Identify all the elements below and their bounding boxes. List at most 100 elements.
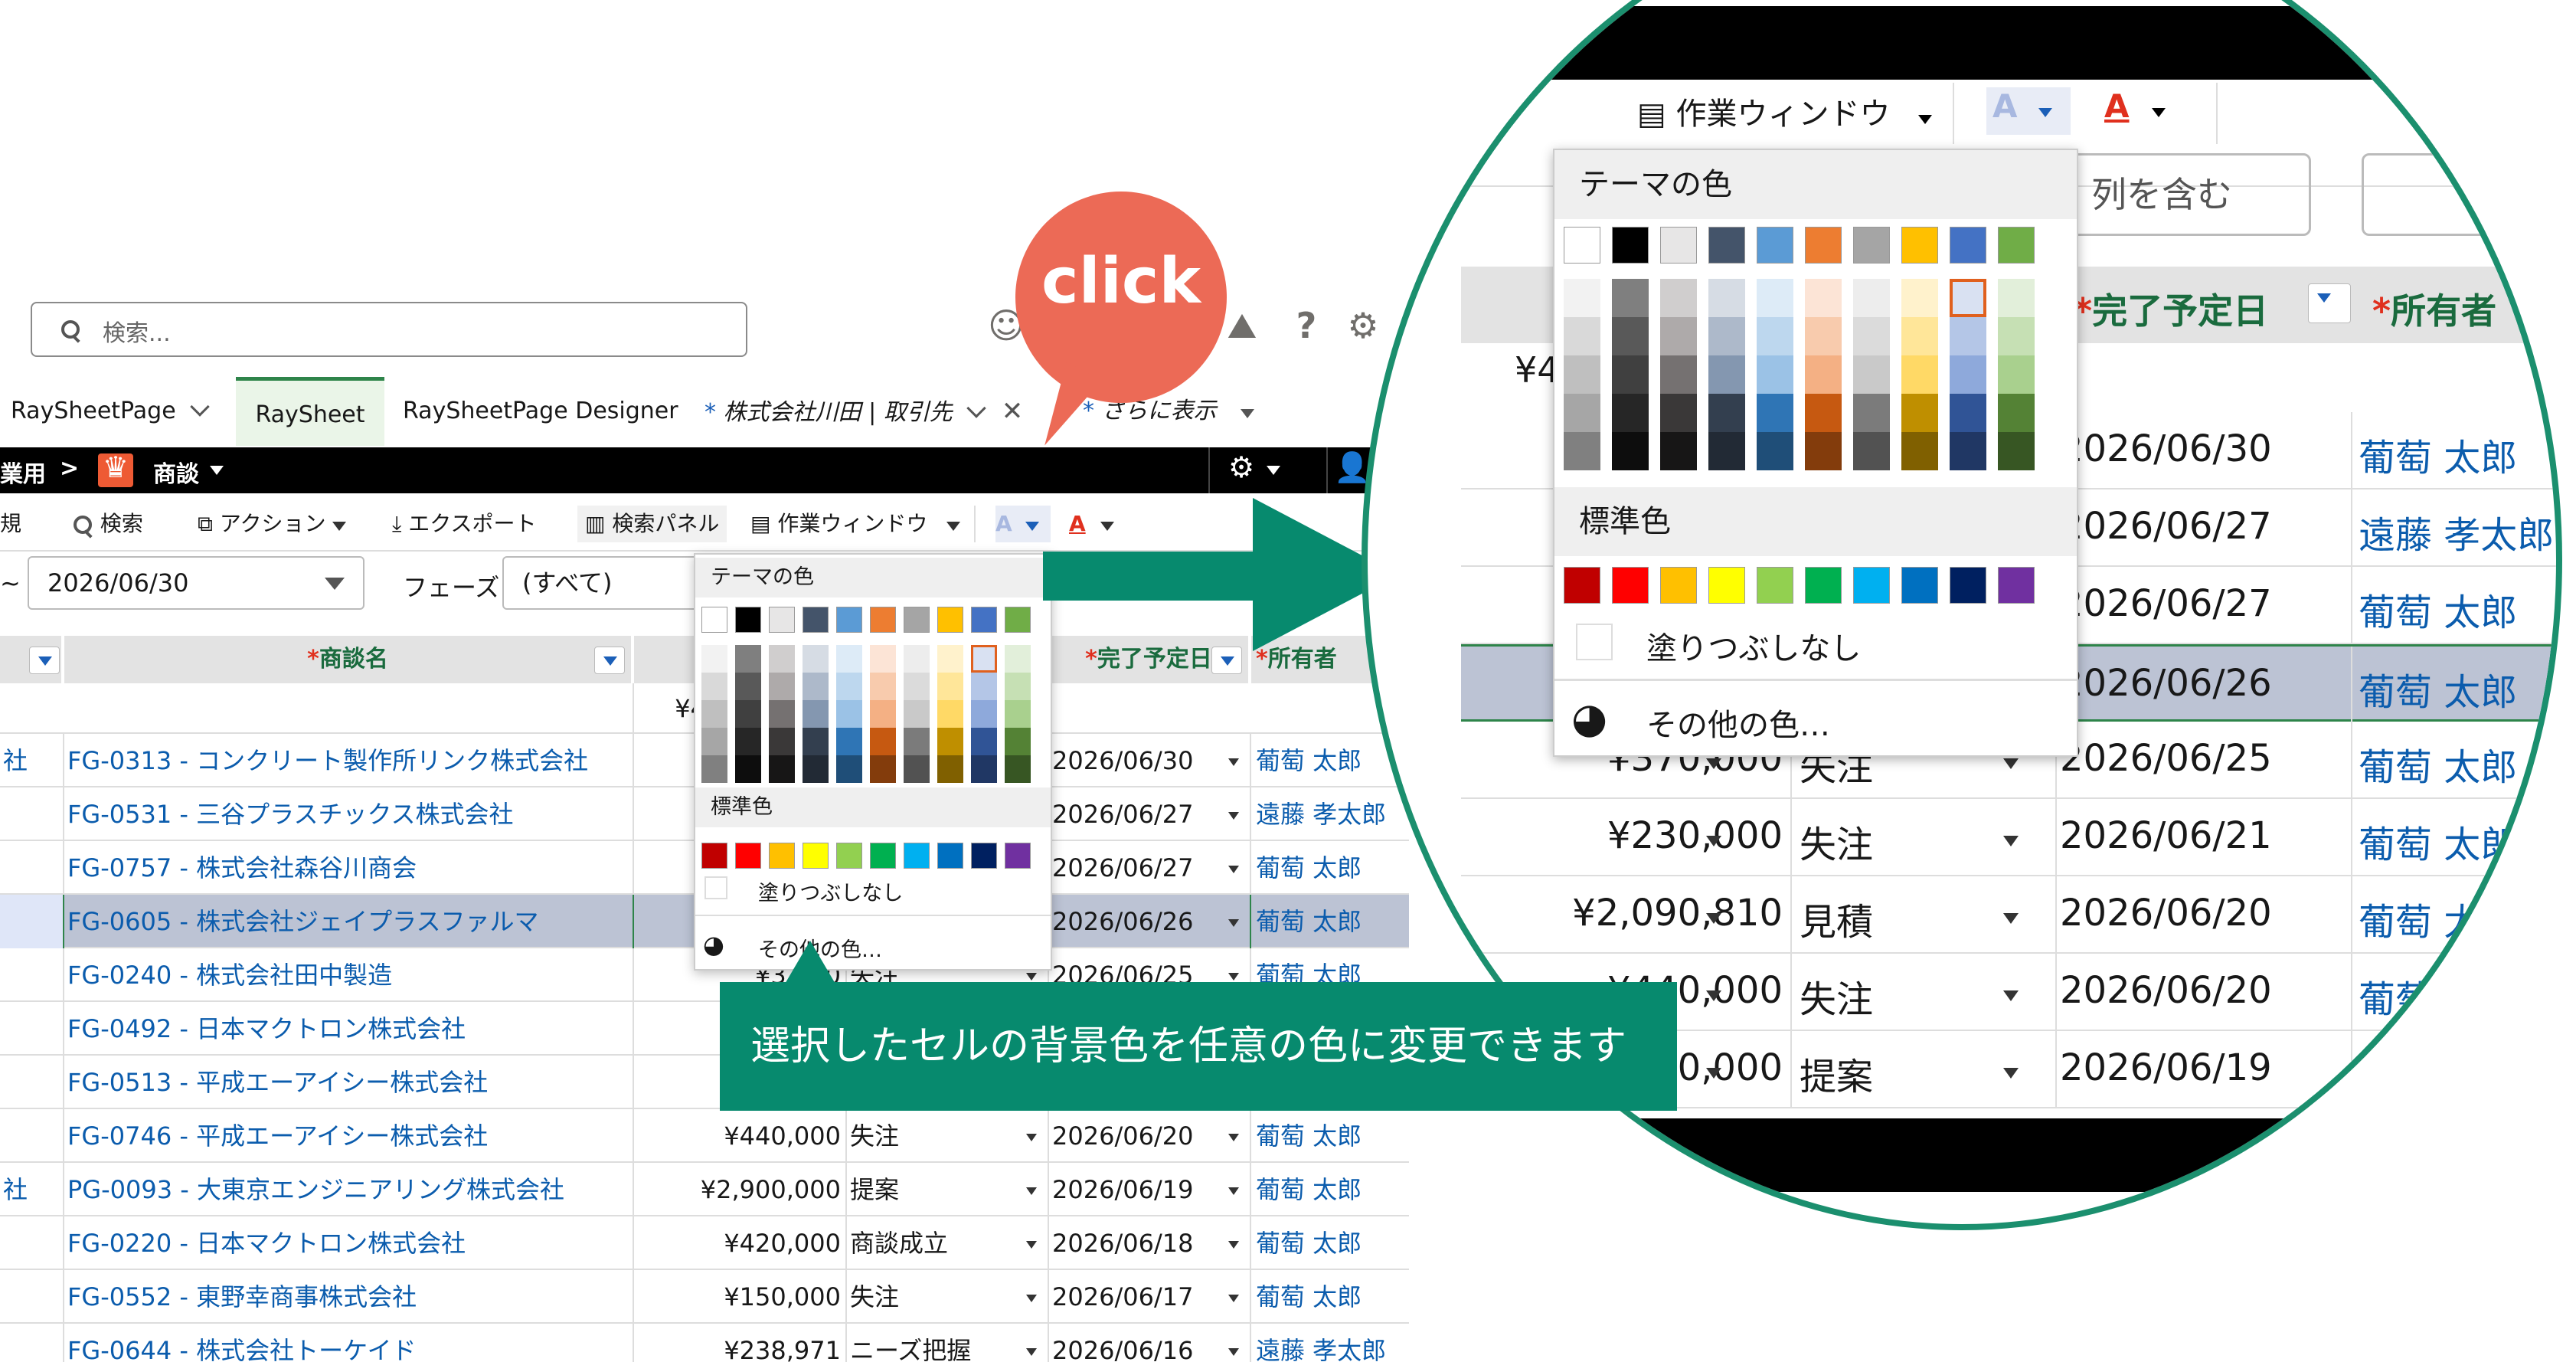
standard-color-swatch[interactable]	[1564, 567, 1600, 604]
due-date-cell[interactable]: 2026/06/27	[2060, 505, 2272, 548]
due-date-cell[interactable]: 2026/06/27	[2060, 582, 2272, 625]
theme-shade-swatch[interactable]	[1757, 279, 1793, 317]
phase-filter-select[interactable]: (すべて)	[502, 556, 701, 610]
theme-shade-swatch[interactable]	[735, 645, 761, 673]
standard-color-swatch[interactable]	[735, 843, 761, 869]
theme-shade-swatch[interactable]	[803, 645, 829, 673]
theme-color-swatch[interactable]	[1564, 227, 1600, 264]
theme-color-swatch[interactable]	[1757, 227, 1793, 264]
theme-shade-swatch[interactable]	[1564, 394, 1600, 432]
chevron-down-icon[interactable]	[189, 397, 210, 417]
theme-shade-swatch[interactable]	[971, 700, 997, 728]
theme-shade-swatch[interactable]	[1853, 317, 1890, 355]
table-row-zoomed[interactable]: ¥230,000 失注 2026/06/21 葡萄 太郎	[1461, 799, 2556, 876]
theme-shade-swatch[interactable]	[1950, 279, 1986, 317]
theme-shade-swatch[interactable]	[971, 673, 997, 700]
column-header-account[interactable]	[0, 636, 63, 683]
theme-color-swatch[interactable]	[1805, 227, 1842, 264]
table-row[interactable]: FG-0746 - 平成エーアイシー株式会社 ¥440,000 失注 2026/06/…	[0, 1109, 1409, 1163]
due-date-cell[interactable]: 2026/06/20	[2060, 969, 2272, 1012]
deal-name-cell[interactable]: FG-0220 - 日本マクトロン株式会社	[64, 1216, 634, 1270]
due-date-cell[interactable]: 2026/06/25	[2060, 737, 2272, 780]
no-fill-swatch[interactable]	[704, 876, 727, 899]
theme-color-swatch[interactable]	[1612, 227, 1649, 264]
theme-shade-swatch[interactable]	[1708, 317, 1745, 355]
due-date-cell[interactable]: 2026/06/20	[2060, 892, 2272, 935]
phase-cell[interactable]: ニーズ把握	[847, 1324, 1049, 1362]
work-window-menu[interactable]: ▤ 作業ウィンドウ	[750, 506, 961, 542]
account-cell[interactable]: 社	[0, 1163, 64, 1216]
phase-cell[interactable]: 失注	[1800, 969, 1873, 1023]
theme-color-swatch[interactable]	[1998, 227, 2035, 264]
search-button[interactable]: 検索	[74, 506, 143, 542]
theme-shade-swatch[interactable]	[1660, 317, 1697, 355]
theme-shade-swatch[interactable]	[1805, 279, 1842, 317]
amount-cell[interactable]: ¥420,000	[634, 1216, 847, 1270]
theme-shade-swatch[interactable]	[1805, 317, 1842, 355]
theme-shade-swatch[interactable]	[1757, 432, 1793, 470]
due-date-cell[interactable]: 2026/06/19	[1049, 1163, 1251, 1216]
theme-shade-swatch[interactable]	[1853, 279, 1890, 317]
owner-cell[interactable]: 葡萄 太郎	[2359, 737, 2517, 791]
tab-raysheet[interactable]: RaySheet	[236, 377, 384, 446]
account-cell[interactable]	[0, 1324, 64, 1362]
theme-shade-swatch[interactable]	[701, 673, 727, 700]
theme-shade-swatch[interactable]	[836, 728, 862, 755]
standard-color-swatch[interactable]	[1901, 567, 1938, 604]
trailhead-icon[interactable]: ⛰	[1221, 305, 1263, 348]
theme-color-swatch[interactable]	[937, 607, 963, 633]
due-date-cell[interactable]: 2026/06/20	[1049, 1109, 1251, 1163]
theme-shade-swatch[interactable]	[735, 700, 761, 728]
account-cell[interactable]	[0, 1216, 64, 1270]
standard-color-swatch[interactable]	[971, 843, 997, 869]
no-fill-option[interactable]: 塗りつぶしなし	[1646, 624, 1861, 668]
amount-cell[interactable]: ¥150,000	[634, 1270, 847, 1324]
theme-shade-swatch[interactable]	[1950, 355, 1986, 394]
theme-shade-swatch[interactable]	[1757, 317, 1793, 355]
account-cell[interactable]	[0, 787, 64, 841]
theme-shade-swatch[interactable]	[870, 700, 896, 728]
global-search-box[interactable]: 検索...	[31, 302, 747, 357]
theme-shade-swatch[interactable]	[1757, 355, 1793, 394]
theme-shade-swatch[interactable]	[937, 728, 963, 755]
theme-shade-swatch[interactable]	[1998, 317, 2035, 355]
standard-color-swatch[interactable]	[1005, 843, 1031, 869]
theme-shade-swatch[interactable]	[1901, 317, 1938, 355]
theme-shade-swatch[interactable]	[701, 700, 727, 728]
standard-color-swatch[interactable]	[803, 843, 829, 869]
theme-shade-swatch[interactable]	[1901, 432, 1938, 470]
theme-shade-swatch[interactable]	[803, 673, 829, 700]
deal-name-cell[interactable]: FG-0746 - 平成エーアイシー株式会社	[64, 1109, 634, 1163]
standard-color-swatch[interactable]	[1998, 567, 2035, 604]
phase-cell[interactable]: 見積	[1800, 892, 1873, 945]
phase-cell[interactable]: 失注	[1800, 814, 1873, 868]
settings-gear-icon[interactable]: ⚙	[1228, 450, 1254, 484]
owner-cell[interactable]: 遠藤 孝太郎	[1251, 1324, 1409, 1362]
theme-shade-swatch[interactable]	[1853, 355, 1890, 394]
table-row-zoomed[interactable]: ¥2,090,810 見積 2026/06/20 葡萄 太郎	[1461, 876, 2556, 954]
theme-shade-swatch[interactable]	[1564, 317, 1600, 355]
account-cell[interactable]	[0, 1056, 64, 1109]
theme-shade-swatch[interactable]	[735, 728, 761, 755]
sort-descending-icon[interactable]	[2308, 283, 2351, 323]
theme-shade-swatch[interactable]	[1950, 394, 1986, 432]
theme-shade-swatch[interactable]	[1805, 432, 1842, 470]
owner-cell[interactable]: 葡萄 太郎	[2359, 814, 2517, 868]
close-icon[interactable]: ✕	[1002, 396, 1024, 427]
theme-shade-swatch[interactable]	[1998, 279, 2035, 317]
theme-color-swatch[interactable]	[1901, 227, 1938, 264]
theme-shade-swatch[interactable]	[769, 755, 795, 783]
theme-shade-swatch[interactable]	[1950, 317, 1986, 355]
no-fill-swatch[interactable]	[1576, 624, 1613, 660]
theme-shade-swatch[interactable]	[1901, 355, 1938, 394]
deal-name-cell[interactable]: FG-0552 - 東野幸商事株式会社	[64, 1270, 634, 1324]
standard-color-swatch[interactable]	[870, 843, 896, 869]
theme-shade-swatch[interactable]	[971, 728, 997, 755]
column-menu-icon[interactable]	[594, 647, 625, 674]
date-filter-select[interactable]: 2026/06/30	[28, 556, 364, 610]
column-header-due-date[interactable]: *完了予定日	[1049, 636, 1250, 683]
export-button[interactable]: ⤓ エクスポート	[392, 506, 536, 542]
column-header-due-date-zoomed[interactable]: *完了予定日	[2074, 283, 2268, 334]
theme-shade-swatch[interactable]	[904, 700, 930, 728]
theme-shade-swatch[interactable]	[1901, 394, 1938, 432]
